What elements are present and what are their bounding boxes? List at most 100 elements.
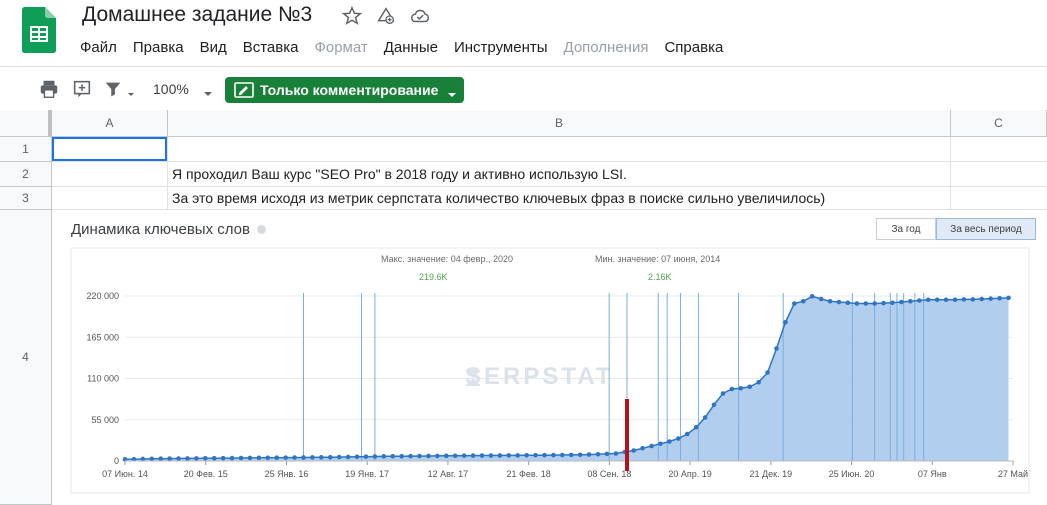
x-tick-label: 08 Сен. 18: [587, 469, 631, 479]
column-header-b[interactable]: B: [168, 110, 951, 137]
column-header-c[interactable]: C: [951, 110, 1047, 137]
comment-mode-button[interactable]: Только комментирование: [225, 77, 464, 103]
sheets-logo-icon[interactable]: [22, 7, 56, 53]
document-title[interactable]: Домашнее задание №3: [82, 3, 312, 27]
cloud-saved-icon[interactable]: [409, 5, 431, 27]
row-header-3[interactable]: 3: [0, 187, 52, 210]
menu-view[interactable]: Вид: [192, 37, 235, 59]
menu-tools[interactable]: Инструменты: [446, 37, 556, 59]
highlight-marker: [625, 399, 630, 471]
comment-mode-dropdown-icon: [448, 86, 457, 97]
data-point: [890, 300, 895, 306]
data-point: [908, 298, 913, 304]
data-point: [809, 294, 815, 299]
menu-help[interactable]: Справка: [656, 37, 731, 59]
data-point: [479, 453, 485, 458]
data-point: [952, 297, 958, 303]
data-point: [381, 454, 387, 459]
data-point: [1006, 295, 1011, 301]
data-point: [702, 415, 708, 420]
data-point: [515, 453, 520, 458]
row-header-2[interactable]: 2: [0, 162, 52, 187]
star-icon[interactable]: [341, 5, 363, 27]
move-to-folder-icon[interactable]: [375, 5, 397, 27]
menu-data[interactable]: Данные: [376, 37, 446, 59]
max-value: 219.6K: [419, 272, 448, 282]
data-point: [435, 453, 440, 459]
data-point: [336, 454, 342, 460]
y-tick-label: 110 000: [87, 374, 119, 384]
data-point: [568, 452, 574, 458]
zoom-dropdown-icon[interactable]: [203, 85, 213, 96]
data-point: [979, 296, 985, 302]
data-point: [238, 455, 244, 461]
data-point: [667, 439, 672, 444]
cell-b2[interactable]: Я проходил Ваш курс "SEO Pro" в 2018 год…: [172, 166, 627, 182]
menu-file[interactable]: Файл: [72, 37, 125, 59]
y-tick-label: 220 000: [86, 291, 119, 301]
cell-b3[interactable]: За это время исходя из метрик серпстата …: [172, 190, 825, 206]
filter-icon[interactable]: [103, 78, 125, 100]
y-tick-label: 165 000: [86, 332, 119, 342]
data-point: [961, 297, 967, 302]
y-tick-label: 0: [114, 456, 119, 466]
menu-edit[interactable]: Правка: [125, 37, 192, 59]
row-header-1[interactable]: 1: [0, 137, 52, 162]
data-point: [684, 431, 690, 437]
data-point: [533, 452, 538, 458]
data-point: [390, 453, 396, 459]
data-point: [560, 452, 565, 458]
selected-cell-a1[interactable]: [52, 137, 167, 161]
x-tick-label: 25 Июн. 20: [829, 469, 875, 479]
comment-mode-icon: [234, 82, 254, 98]
x-tick-label: 21 Дек. 19: [750, 469, 793, 479]
data-point: [372, 454, 378, 459]
period-year-button[interactable]: За год: [876, 218, 936, 240]
data-point: [506, 453, 512, 458]
row-header-4[interactable]: 4: [0, 210, 52, 505]
data-point: [863, 301, 869, 306]
data-point: [711, 402, 717, 408]
keyword-chart-panel[interactable]: Динамика ключевых слов За год За весь пе…: [63, 210, 1045, 500]
data-point: [185, 456, 190, 461]
zoom-select[interactable]: 100%: [153, 81, 189, 97]
select-all-corner[interactable]: [0, 110, 52, 137]
data-point: [747, 384, 753, 390]
data-point: [408, 453, 413, 459]
data-point: [577, 452, 583, 458]
menu-insert[interactable]: Вставка: [235, 37, 307, 59]
x-tick-label: 20 Апр. 19: [668, 469, 711, 479]
toolbar: 100% Только комментирование: [0, 66, 1047, 111]
data-point: [256, 455, 262, 461]
period-all-button[interactable]: За весь период: [936, 218, 1036, 240]
x-tick-label: 25 Янв. 16: [265, 469, 309, 479]
data-point: [149, 456, 155, 462]
data-point: [774, 346, 779, 351]
filter-dropdown-icon[interactable]: [127, 85, 135, 96]
y-tick-label: 55 000: [91, 415, 119, 425]
data-point: [363, 454, 369, 459]
data-point: [220, 455, 226, 461]
menu-addons[interactable]: Дополнения: [556, 37, 657, 59]
data-point: [292, 455, 297, 460]
data-point: [354, 454, 360, 460]
data-point: [524, 453, 529, 458]
data-point: [925, 297, 931, 303]
data-point: [470, 453, 476, 458]
data-point: [854, 301, 860, 306]
x-tick-label: 27 Май: [998, 469, 1028, 479]
data-point: [818, 296, 824, 302]
data-point: [265, 455, 271, 461]
data-point: [604, 451, 610, 457]
data-point: [586, 452, 592, 457]
data-point: [497, 453, 503, 458]
menu-format[interactable]: Формат: [306, 37, 375, 59]
add-comment-icon[interactable]: [71, 78, 93, 100]
data-point: [345, 454, 351, 460]
max-value-label: Макс. значение: 04 февр., 2020: [381, 254, 513, 264]
data-point: [649, 443, 654, 449]
column-header-a[interactable]: A: [52, 110, 168, 137]
data-point: [452, 453, 458, 459]
comment-mode-label: Только комментирование: [260, 82, 439, 98]
print-icon[interactable]: [38, 78, 60, 100]
